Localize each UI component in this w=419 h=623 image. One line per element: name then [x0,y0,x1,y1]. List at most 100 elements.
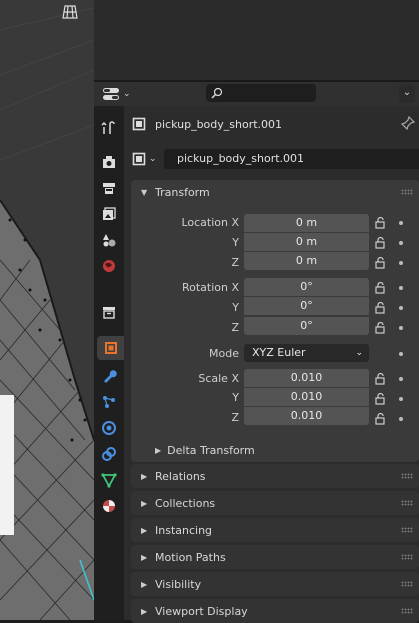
chevron-down-icon: ⌄ [149,154,157,164]
options-dropdown[interactable]: ⌄ [399,85,415,103]
drag-grip-icon[interactable] [401,189,413,195]
pin-icon[interactable] [400,115,416,133]
tab-modifier[interactable] [97,364,121,388]
keyframe-dot[interactable] [399,261,403,265]
physics-icon [102,421,116,435]
section-relations[interactable]: ▶ Relations [131,464,419,488]
chevron-right-icon: ▶ [141,471,148,481]
lock-icon[interactable] [375,282,387,294]
section-instancing[interactable]: ▶ Instancing [131,518,419,542]
search-input[interactable] [206,84,316,102]
tab-object[interactable] [97,336,124,360]
keyframe-dot[interactable] [399,326,403,330]
scale-y-field[interactable]: 0.010 [244,388,369,406]
tab-scene[interactable] [97,228,121,252]
lock-icon[interactable] [375,373,387,385]
tab-collection[interactable] [97,300,121,324]
keyframe-dot[interactable] [399,377,403,381]
rotation-mode-select[interactable]: XYZ Euler ⌄ [244,344,369,362]
lock-icon[interactable] [375,257,387,269]
scale-x-field[interactable]: 0.010 [244,369,369,387]
object-name-field[interactable]: pickup_body_short.001 [164,149,419,169]
section-title: Instancing [155,523,213,537]
tab-material[interactable] [97,494,121,518]
grid-icon[interactable] [62,4,78,20]
scale-z-label: Z [231,411,239,424]
object-name: pickup_body_short.001 [155,117,283,131]
transform-title: Transform [155,185,210,199]
drag-grip-icon[interactable] [401,554,413,560]
chevron-right-icon: ▶ [141,498,148,508]
editor-type-menu[interactable]: ⌄ [102,85,132,103]
location-x-field[interactable]: 0 m [244,214,369,232]
tab-world[interactable] [97,254,121,278]
delta-transform-title: Delta Transform [167,443,255,457]
lock-icon[interactable] [375,217,387,229]
location-y-label: Y [232,236,239,249]
chevron-down-icon: ▼ [141,187,148,197]
tab-tool[interactable] [97,116,121,140]
chevron-down-icon: ⌄ [402,87,412,98]
keyframe-dot[interactable] [399,221,403,225]
transform-header[interactable]: ▼ Transform [131,180,419,204]
3d-viewport[interactable] [0,0,94,620]
chevron-down-icon: ⌄ [355,348,363,358]
object-icon [104,342,117,354]
rotation-y-field[interactable]: 0° [244,297,369,315]
tab-constraints[interactable] [97,442,121,466]
drag-grip-icon[interactable] [401,527,413,533]
keyframe-dot[interactable] [399,241,403,245]
transform-panel: ▼ Transform Location X 0 m Y 0 m Z 0 m R… [131,180,419,462]
lock-icon[interactable] [375,302,387,314]
keyframe-dot[interactable] [399,417,403,421]
keyframe-dot[interactable] [399,352,403,356]
section-title: Motion Paths [155,550,226,564]
tab-view-layer[interactable] [97,202,121,226]
view-layer-icon [103,207,116,220]
drag-grip-icon[interactable] [401,500,413,506]
keyframe-dot[interactable] [399,397,403,401]
section-motion-paths[interactable]: ▶ Motion Paths [131,545,419,569]
keyframe-dot[interactable] [399,306,403,310]
particles-icon [103,396,115,408]
tab-render[interactable] [97,150,121,174]
datablock-browse[interactable]: ⌄ [132,149,162,169]
section-title: Collections [155,496,216,510]
output-icon [103,183,115,194]
rotation-x-label: Rotation X [181,281,239,294]
lock-icon[interactable] [375,413,387,425]
location-z-field[interactable]: 0 m [244,252,369,270]
location-y-field[interactable]: 0 m [244,233,369,251]
lock-icon[interactable] [375,393,387,405]
render-icon [103,156,115,168]
chevron-right-icon: ▶ [141,525,148,535]
drag-grip-icon[interactable] [401,473,413,479]
section-title: Viewport Display [155,604,248,618]
section-visibility[interactable]: ▶ Visibility [131,572,419,596]
drag-grip-icon[interactable] [401,581,413,587]
constraints-icon [102,447,116,461]
scene-icon [103,234,116,247]
delta-transform-header[interactable]: ▶ Delta Transform [131,438,419,462]
object-datablock: ⌄ pickup_body_short.001 [132,149,419,169]
tab-physics[interactable] [97,416,121,440]
mesh-data-icon [101,473,117,488]
properties-tabs [94,106,124,620]
keyframe-dot[interactable] [399,286,403,290]
tab-data[interactable] [97,468,121,492]
tool-icon [101,121,115,134]
viewport-mesh [0,7,94,620]
lock-icon[interactable] [375,237,387,249]
scale-z-field[interactable]: 0.010 [244,407,369,425]
properties-editor-icon [103,88,119,100]
tab-particles[interactable] [97,390,121,414]
rotation-x-field[interactable]: 0° [244,278,369,296]
drag-grip-icon[interactable] [401,608,413,614]
rotation-z-field[interactable]: 0° [244,317,369,335]
lock-icon[interactable] [375,322,387,334]
section-collections[interactable]: ▶ Collections [131,491,419,515]
world-icon [103,260,115,272]
tab-output[interactable] [97,176,121,200]
section-viewport-display[interactable]: ▶ Viewport Display [131,599,419,623]
search-icon [211,87,223,99]
